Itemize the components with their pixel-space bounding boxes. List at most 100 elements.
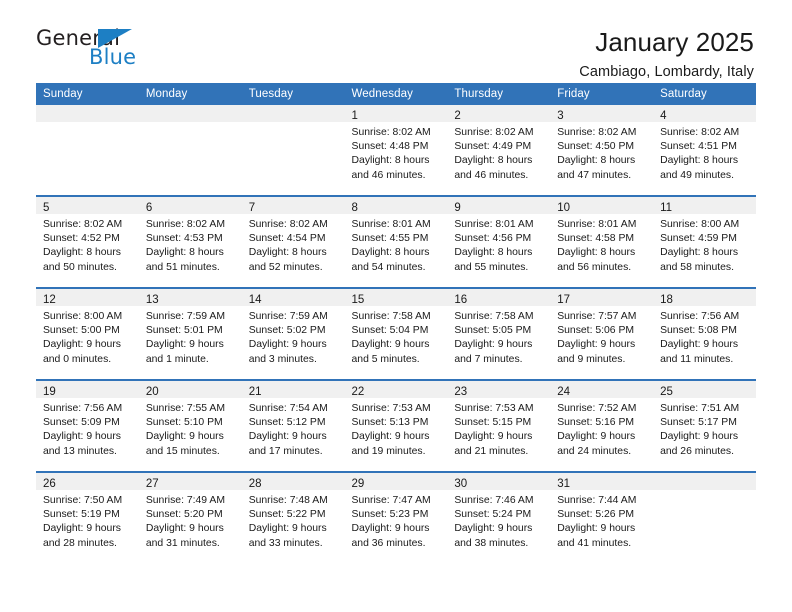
daylight-text: Daylight: 9 hours and 36 minutes. <box>351 523 430 549</box>
calendar-day-cell[interactable]: 6 Sunrise: 8:02 AM Sunset: 4:53 PM Daylight… <box>138 195 242 288</box>
sunrise-text: Sunrise: 8:01 AM <box>454 219 534 230</box>
calendar-day-cell[interactable]: 31 Sunrise: 7:44 AM Sunset: 5:26 PM Dayligh… <box>550 471 654 563</box>
sunset-text: Sunset: 5:12 PM <box>248 417 326 429</box>
calendar-day-cell[interactable]: 23 Sunrise: 7:53 AM Sunset: 5:15 PM Dayligh… <box>447 379 551 472</box>
day-cell-content: 12 Sunrise: 8:00 AM Sunset: 5:00 PM Dayligh… <box>36 289 139 377</box>
calendar-day-cell[interactable]: 14 Sunrise: 7:59 AM Sunset: 5:02 PM Dayligh… <box>241 287 345 380</box>
calendar-day-cell[interactable]: 7 Sunrise: 8:02 AM Sunset: 4:54 PM Daylight… <box>241 195 345 288</box>
sunset-text: Sunset: 5:05 PM <box>454 325 532 337</box>
sunrise-text: Sunrise: 8:02 AM <box>557 127 637 138</box>
day-number-band <box>653 473 756 490</box>
sunrise-text: Sunrise: 8:00 AM <box>660 219 740 230</box>
weekday-header-wednesday: Wednesday <box>344 83 448 105</box>
calendar-day-cell[interactable]: 17 Sunrise: 7:57 AM Sunset: 5:06 PM Dayligh… <box>550 287 654 380</box>
day-number: 18 <box>660 294 673 306</box>
calendar-day-cell[interactable]: 4 Sunrise: 8:02 AM Sunset: 4:51 PM Daylight… <box>653 105 756 196</box>
sunset-text: Sunset: 4:48 PM <box>351 141 429 153</box>
day-number-band: 24 <box>550 381 654 398</box>
day-sun-info: Sunrise: 7:55 AM Sunset: 5:10 PM Daylight:… <box>139 398 242 459</box>
calendar-day-cell[interactable]: 27 Sunrise: 7:49 AM Sunset: 5:20 PM Dayligh… <box>138 471 242 563</box>
day-number-band: 23 <box>447 381 551 398</box>
sunrise-sunset-calendar: Sunday Monday Tuesday Wednesday Thursday… <box>36 83 756 563</box>
day-cell-content: 4 Sunrise: 8:02 AM Sunset: 4:51 PM Daylight… <box>653 105 756 193</box>
calendar-day-cell[interactable]: 5 Sunrise: 8:02 AM Sunset: 4:52 PM Daylight… <box>36 195 139 288</box>
daylight-text: Daylight: 9 hours and 1 minute. <box>145 339 224 365</box>
calendar-day-cell[interactable]: 29 Sunrise: 7:47 AM Sunset: 5:23 PM Dayligh… <box>344 471 448 563</box>
day-cell-content: 11 Sunrise: 8:00 AM Sunset: 4:59 PM Dayligh… <box>653 197 756 285</box>
calendar-day-cell[interactable]: 12 Sunrise: 8:00 AM Sunset: 5:00 PM Dayligh… <box>36 287 139 380</box>
calendar-day-cell[interactable]: 20 Sunrise: 7:55 AM Sunset: 5:10 PM Dayligh… <box>138 379 242 472</box>
calendar-day-cell[interactable]: 11 Sunrise: 8:00 AM Sunset: 4:59 PM Dayligh… <box>653 195 756 288</box>
calendar-day-cell[interactable]: 30 Sunrise: 7:46 AM Sunset: 5:24 PM Dayligh… <box>447 471 551 563</box>
daylight-text: Daylight: 9 hours and 15 minutes. <box>145 431 224 457</box>
daylight-text: Daylight: 8 hours and 49 minutes. <box>660 155 739 181</box>
day-cell-content: 2 Sunrise: 8:02 AM Sunset: 4:49 PM Daylight… <box>447 105 551 193</box>
day-number-band: 25 <box>653 381 756 398</box>
day-cell-content: 8 Sunrise: 8:01 AM Sunset: 4:55 PM Daylight… <box>344 197 448 285</box>
sunset-text: Sunset: 4:49 PM <box>454 141 532 153</box>
daylight-text: Daylight: 9 hours and 17 minutes. <box>248 431 327 457</box>
day-number: 21 <box>248 386 262 398</box>
calendar-week-row: 19 Sunrise: 7:56 AM Sunset: 5:09 PM Dayligh… <box>36 379 756 472</box>
sunrise-text: Sunrise: 7:46 AM <box>454 495 534 506</box>
sunrise-text: Sunrise: 7:54 AM <box>248 403 328 414</box>
sunset-text: Sunset: 5:20 PM <box>145 509 223 521</box>
calendar-day-cell[interactable]: 10 Sunrise: 8:01 AM Sunset: 4:58 PM Dayligh… <box>550 195 654 288</box>
calendar-day-cell[interactable]: 8 Sunrise: 8:01 AM Sunset: 4:55 PM Daylight… <box>344 195 448 288</box>
sunset-text: Sunset: 5:23 PM <box>351 509 429 521</box>
calendar-day-cell[interactable]: 2 Sunrise: 8:02 AM Sunset: 4:49 PM Daylight… <box>447 105 551 196</box>
day-number: 25 <box>660 386 673 398</box>
daylight-text: Daylight: 8 hours and 47 minutes. <box>557 155 636 181</box>
calendar-day-cell[interactable]: 22 Sunrise: 7:53 AM Sunset: 5:13 PM Dayligh… <box>344 379 448 472</box>
sunset-text: Sunset: 4:50 PM <box>557 141 635 153</box>
day-number: 13 <box>145 294 159 306</box>
day-cell-content: 29 Sunrise: 7:47 AM Sunset: 5:23 PM Dayligh… <box>344 473 448 561</box>
day-cell-content: 1 Sunrise: 8:02 AM Sunset: 4:48 PM Daylight… <box>344 105 448 193</box>
sunrise-text: Sunrise: 7:47 AM <box>351 495 431 506</box>
sunrise-text: Sunrise: 7:49 AM <box>145 495 225 506</box>
calendar-day-cell[interactable]: 15 Sunrise: 7:58 AM Sunset: 5:04 PM Dayligh… <box>344 287 448 380</box>
day-cell-content: 6 Sunrise: 8:02 AM Sunset: 4:53 PM Daylight… <box>138 197 242 285</box>
calendar-day-cell[interactable]: 18 Sunrise: 7:56 AM Sunset: 5:08 PM Dayligh… <box>653 287 756 380</box>
day-number-band: 7 <box>241 197 345 214</box>
calendar-day-cell[interactable]: 24 Sunrise: 7:52 AM Sunset: 5:16 PM Dayligh… <box>550 379 654 472</box>
calendar-day-cell[interactable]: 21 Sunrise: 7:54 AM Sunset: 5:12 PM Dayligh… <box>241 379 345 472</box>
day-number-band: 20 <box>138 381 242 398</box>
calendar-day-cell[interactable]: 25 Sunrise: 7:51 AM Sunset: 5:17 PM Dayligh… <box>653 379 756 472</box>
day-number: 8 <box>351 202 358 214</box>
daylight-text: Daylight: 9 hours and 7 minutes. <box>454 339 533 365</box>
general-blue-logo[interactable]: General Blue <box>36 28 186 74</box>
day-number-band: 31 <box>550 473 654 490</box>
calendar-day-cell[interactable]: 1 Sunrise: 8:02 AM Sunset: 4:48 PM Daylight… <box>344 105 448 196</box>
day-sun-info: Sunrise: 7:48 AM Sunset: 5:22 PM Daylight:… <box>242 490 345 551</box>
calendar-day-cell-empty <box>36 105 139 196</box>
daylight-text: Daylight: 9 hours and 41 minutes. <box>557 523 636 549</box>
day-number-band: 5 <box>36 197 139 214</box>
day-cell-content: 27 Sunrise: 7:49 AM Sunset: 5:20 PM Dayligh… <box>138 473 242 561</box>
calendar-day-cell[interactable]: 19 Sunrise: 7:56 AM Sunset: 5:09 PM Dayligh… <box>36 379 139 472</box>
weekday-header-thursday: Thursday <box>447 83 551 105</box>
calendar-day-cell[interactable]: 13 Sunrise: 7:59 AM Sunset: 5:01 PM Dayligh… <box>138 287 242 380</box>
calendar-day-cell-empty <box>241 105 345 196</box>
day-sun-info: Sunrise: 8:02 AM Sunset: 4:50 PM Daylight:… <box>550 122 653 183</box>
day-sun-info: Sunrise: 7:49 AM Sunset: 5:20 PM Daylight:… <box>139 490 242 551</box>
calendar-day-cell[interactable]: 3 Sunrise: 8:02 AM Sunset: 4:50 PM Daylight… <box>550 105 654 196</box>
sunset-text: Sunset: 5:15 PM <box>454 417 532 429</box>
sunset-text: Sunset: 5:16 PM <box>557 417 635 429</box>
title-block: January 2025 Cambiago, Lombardy, Italy <box>579 27 756 80</box>
logo-word-blue: Blue <box>89 45 137 69</box>
day-number: 5 <box>43 202 50 214</box>
calendar-day-cell[interactable]: 16 Sunrise: 7:58 AM Sunset: 5:05 PM Dayligh… <box>447 287 551 380</box>
calendar-day-cell[interactable]: 26 Sunrise: 7:50 AM Sunset: 5:19 PM Dayligh… <box>36 471 139 563</box>
day-number-band: 30 <box>447 473 551 490</box>
day-sun-info: Sunrise: 8:01 AM Sunset: 4:56 PM Daylight:… <box>447 214 550 275</box>
day-number: 1 <box>351 110 358 122</box>
calendar-day-cell[interactable]: 28 Sunrise: 7:48 AM Sunset: 5:22 PM Dayligh… <box>241 471 345 563</box>
day-cell-content: 7 Sunrise: 8:02 AM Sunset: 4:54 PM Daylight… <box>241 197 345 285</box>
calendar-day-cell[interactable]: 9 Sunrise: 8:01 AM Sunset: 4:56 PM Daylight… <box>447 195 551 288</box>
day-cell-content: 10 Sunrise: 8:01 AM Sunset: 4:58 PM Dayligh… <box>550 197 654 285</box>
day-number: 17 <box>557 294 571 306</box>
day-number: 4 <box>660 110 667 122</box>
weekday-header-saturday: Saturday <box>653 83 756 105</box>
sunrise-text: Sunrise: 7:58 AM <box>454 311 534 322</box>
